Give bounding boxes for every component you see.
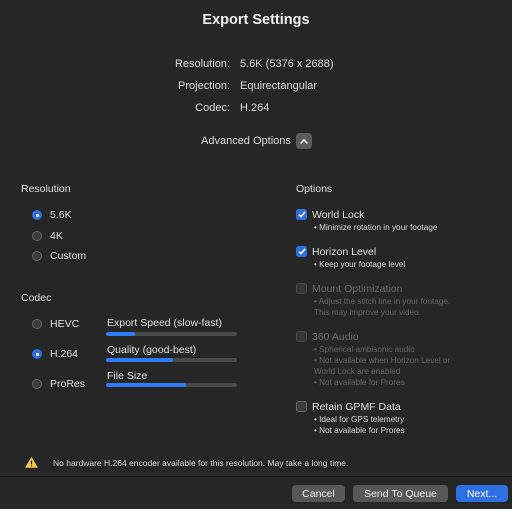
radio-label: HEVC <box>50 318 80 330</box>
world-lock-checkbox[interactable] <box>296 209 307 220</box>
retain-gpmf-checkbox[interactable] <box>296 401 307 412</box>
resolution-info-value: 5.6K (5376 x 2688) <box>240 58 334 70</box>
radio-unselected[interactable] <box>32 251 42 261</box>
file-size-label: File Size <box>107 370 148 382</box>
retain-gpmf-label: Retain GPMF Data <box>312 401 401 413</box>
360-audio-label: 360 Audio <box>312 331 359 343</box>
footer-divider <box>0 476 512 477</box>
codec-heading: Codec <box>21 292 52 304</box>
radio-unselected[interactable] <box>32 231 42 241</box>
retain-gpmf-note: • Ideal for GPS telemetry <box>314 415 405 424</box>
resolution-info-label: Resolution: <box>174 58 230 70</box>
radio-label: 4K <box>50 230 63 242</box>
radio-label: 5.6K <box>50 209 72 221</box>
mount-optimization-label: Mount Optimization <box>312 283 403 295</box>
projection-info-value: Equirectangular <box>240 80 318 92</box>
radio-selected[interactable] <box>32 210 42 220</box>
chevron-up-icon <box>300 139 308 144</box>
mount-optimization-note: • Adjust the stitch line in your footage… <box>314 297 451 306</box>
mount-optimization-note: This may improve your video. <box>314 308 421 317</box>
quality-slider[interactable] <box>106 358 237 362</box>
export-speed-fill <box>106 332 135 336</box>
radio-unselected[interactable] <box>32 319 42 329</box>
dialog-title: Export Settings <box>202 12 310 28</box>
warning-message: No hardware H.264 encoder available for … <box>53 458 349 468</box>
horizon-level-checkbox[interactable] <box>296 246 307 257</box>
360-audio-note: • Not available when Horizon Level or <box>314 356 451 365</box>
resolution-heading: Resolution <box>21 183 71 195</box>
radio-unselected[interactable] <box>32 379 42 389</box>
world-lock-label: World Lock <box>312 209 365 221</box>
file-size-bar <box>106 383 237 387</box>
export-speed-slider[interactable] <box>106 332 237 336</box>
360-audio-note: • Spherical ambisonic audio <box>314 345 415 354</box>
360-audio-checkbox <box>296 331 307 342</box>
checkmark-icon <box>297 211 306 218</box>
resolution-option-4k[interactable]: 4K <box>32 230 63 242</box>
radio-label: H.264 <box>50 348 79 360</box>
warning-triangle-icon <box>25 457 38 468</box>
horizon-level-label: Horizon Level <box>312 246 377 258</box>
codec-info-value: H.264 <box>240 102 270 114</box>
codec-option-h264[interactable]: H.264 <box>32 348 78 360</box>
360-audio-note: World Lock are enabled <box>314 367 401 376</box>
advanced-options-toggle[interactable] <box>296 133 312 149</box>
file-size-fill <box>106 383 186 387</box>
radio-selected[interactable] <box>32 349 42 359</box>
quality-label: Quality (good-best) <box>107 344 197 356</box>
horizon-level-note: • Keep your footage level <box>314 260 406 269</box>
codec-option-hevc[interactable]: HEVC <box>32 318 79 330</box>
next-button[interactable]: Next... <box>456 485 508 502</box>
export-speed-label: Export Speed (slow-fast) <box>107 317 222 329</box>
cancel-button[interactable]: Cancel <box>292 485 345 502</box>
world-lock-note: • Minimize rotation in your footage <box>314 223 438 232</box>
checkmark-icon <box>297 248 306 255</box>
resolution-option-5-6k[interactable]: 5.6K <box>32 209 72 221</box>
radio-label: Custom <box>50 250 87 262</box>
options-heading: Options <box>296 183 333 195</box>
projection-info-label: Projection: <box>178 80 230 92</box>
advanced-options-label: Advanced Options <box>201 135 291 147</box>
resolution-option-custom[interactable]: Custom <box>32 250 86 262</box>
quality-fill <box>106 358 173 362</box>
codec-info-label: Codec: <box>195 102 230 114</box>
radio-label: ProRes <box>50 378 86 390</box>
codec-option-prores[interactable]: ProRes <box>32 378 85 390</box>
360-audio-note: • Not available for Prores <box>314 378 405 387</box>
retain-gpmf-note: • Not available for Prores <box>314 426 405 435</box>
mount-optimization-checkbox <box>296 283 307 294</box>
send-to-queue-button[interactable]: Send To Queue <box>353 485 448 502</box>
